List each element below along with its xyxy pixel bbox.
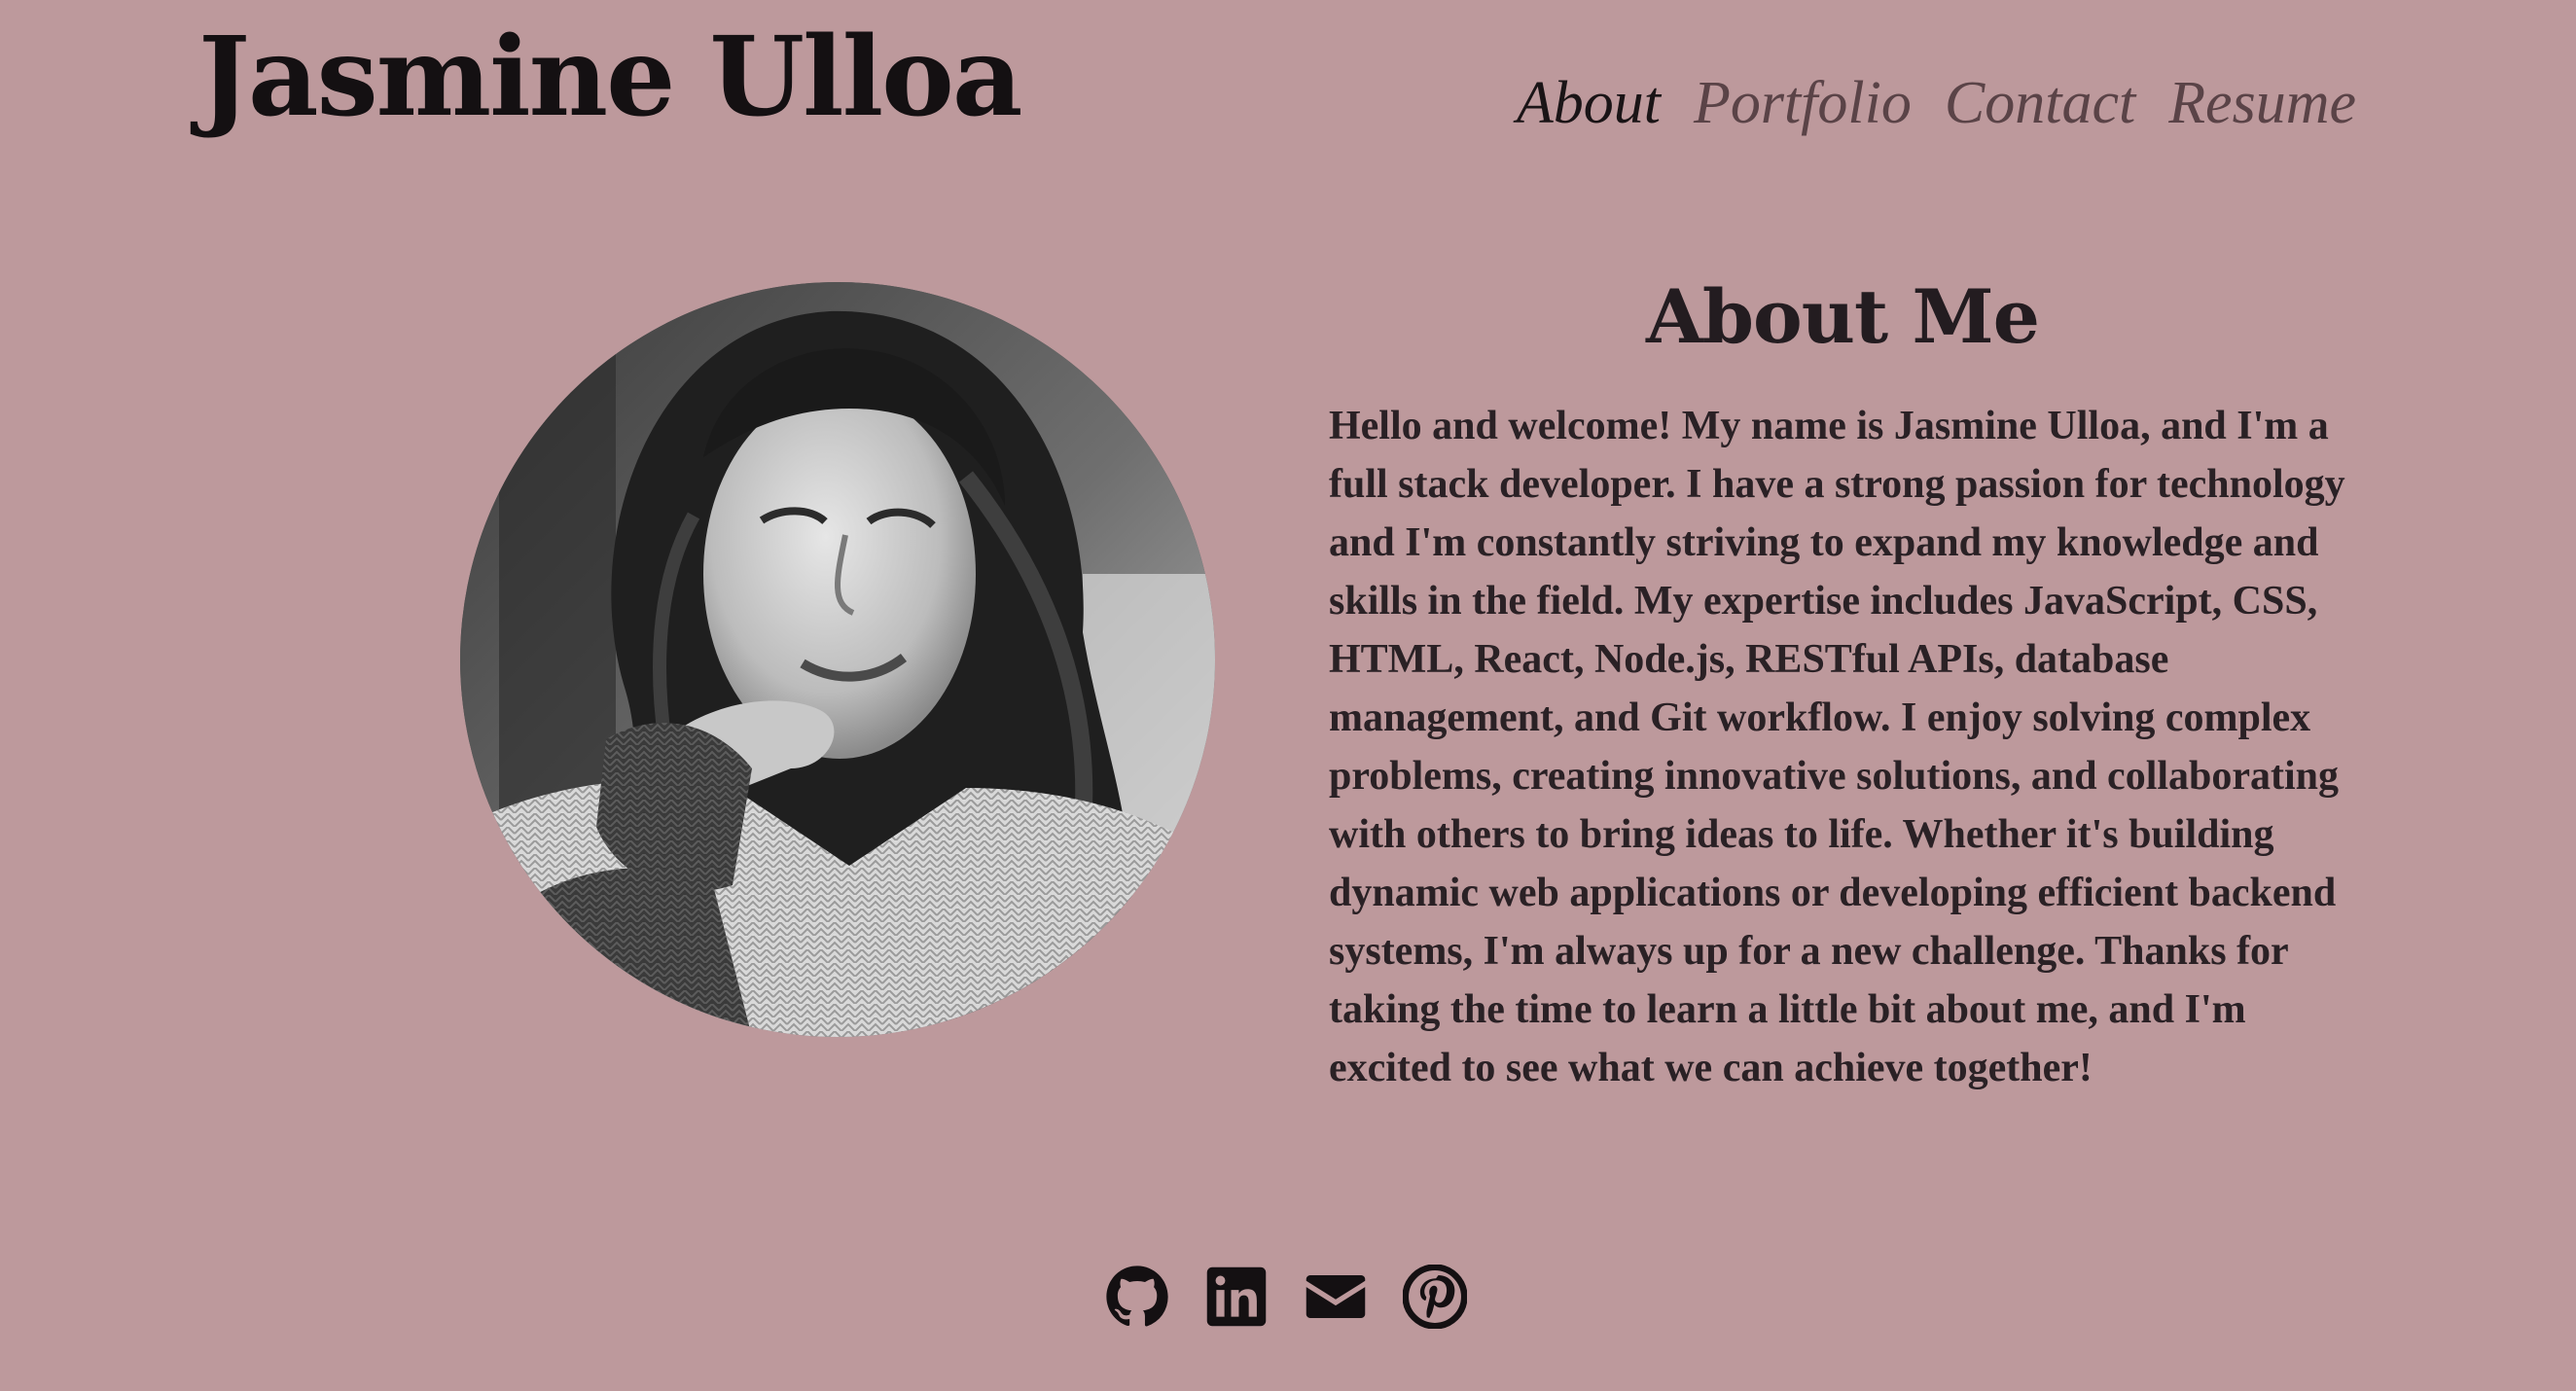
about-bio: Hello and welcome! My name is Jasmine Ul… — [1329, 404, 2345, 1090]
nav-resume-link[interactable]: Resume — [2168, 64, 2356, 142]
site-title: Jasmine Ulloa — [198, 14, 1022, 141]
email-icon — [1306, 1275, 1366, 1318]
nav-portfolio-link[interactable]: Portfolio — [1694, 64, 1912, 142]
linkedin-icon — [1206, 1266, 1267, 1327]
nav-contact-link[interactable]: Contact — [1945, 64, 2135, 142]
profile-photo — [460, 282, 1215, 1037]
email-link[interactable] — [1304, 1265, 1368, 1329]
github-icon — [1106, 1266, 1168, 1327]
pinterest-link[interactable] — [1403, 1265, 1467, 1329]
pinterest-icon — [1403, 1265, 1467, 1329]
main-nav: About Portfolio Contact Resume — [1517, 64, 2356, 142]
github-link[interactable] — [1105, 1265, 1169, 1329]
about-heading: About Me — [1645, 273, 2040, 360]
nav-about-link[interactable]: About — [1517, 64, 1661, 142]
social-links — [1105, 1265, 1467, 1329]
linkedin-link[interactable] — [1204, 1265, 1269, 1329]
